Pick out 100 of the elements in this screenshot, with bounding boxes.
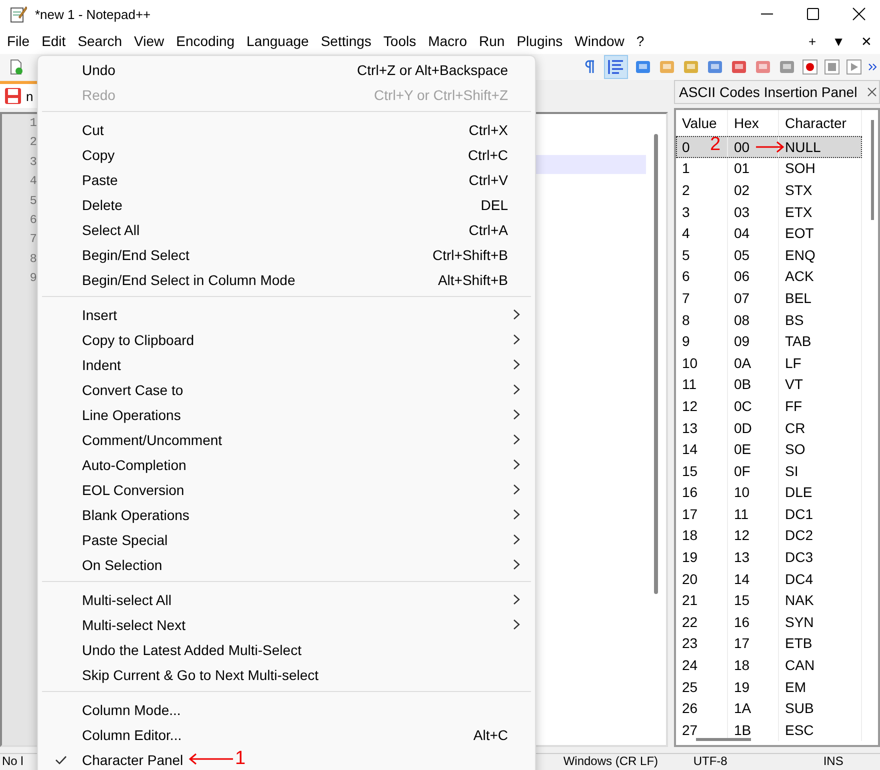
menu-item[interactable]: Macro xyxy=(424,33,476,49)
menu-item[interactable]: Copy Ctrl+C xyxy=(38,142,535,167)
toolbar-icon[interactable] xyxy=(730,58,748,76)
toolbar-icon[interactable] xyxy=(754,58,772,76)
menu-item[interactable]: Delete DEL xyxy=(38,192,535,217)
menu-item[interactable]: View xyxy=(130,33,172,49)
menu-item[interactable]: Paste Special xyxy=(38,527,535,552)
play-icon[interactable] xyxy=(846,59,862,75)
table-cell: 26 xyxy=(676,697,728,720)
more-icon[interactable] xyxy=(868,62,878,72)
table-row[interactable]: 3 03 ETX xyxy=(676,200,862,222)
menu-item[interactable]: Column Editor... Alt+C xyxy=(38,722,535,747)
menu-item[interactable]: Multi-select Next xyxy=(38,612,535,637)
menu-item[interactable]: Settings xyxy=(316,33,380,49)
menu-item[interactable]: ? xyxy=(632,33,652,49)
menu-item[interactable]: Indent xyxy=(38,352,535,377)
table-row[interactable]: 21 15 NAK xyxy=(676,589,862,612)
table-row[interactable]: 1 01 SOH xyxy=(676,158,862,180)
table-row[interactable]: 9 09 TAB xyxy=(676,330,862,352)
window-title: *new 1 - Notepad++ xyxy=(35,6,151,22)
line-number: 7 xyxy=(30,232,38,248)
menu-control[interactable]: ▼ xyxy=(832,34,845,48)
menu-item[interactable]: Edit xyxy=(38,33,74,49)
table-cell: DC4 xyxy=(779,568,862,590)
table-row[interactable]: 6 06 ACK xyxy=(676,266,862,288)
menu-item[interactable]: Cut Ctrl+X xyxy=(38,117,535,142)
close-icon[interactable] xyxy=(852,7,866,21)
menu-item[interactable]: Character Panel 1 xyxy=(38,747,535,770)
toolbar-icon[interactable] xyxy=(682,58,700,76)
toolbar-icon[interactable] xyxy=(658,58,676,76)
menu-item[interactable]: Encoding xyxy=(172,33,243,49)
table-row[interactable]: 14 0E SO xyxy=(676,438,862,460)
table-row[interactable]: 24 18 CAN xyxy=(676,654,862,676)
scrollbar[interactable] xyxy=(654,134,658,594)
toolbar-icon[interactable] xyxy=(778,58,796,76)
table-row[interactable]: 19 13 DC3 xyxy=(676,546,862,568)
table-row[interactable]: 2 02 STX xyxy=(676,179,862,201)
table-row[interactable]: 26 1A SUB xyxy=(676,697,862,720)
menu-item[interactable]: Window xyxy=(570,33,632,49)
table-row[interactable]: 0 2 00 NULL xyxy=(676,136,862,158)
scrollbar[interactable] xyxy=(696,738,751,741)
toolbar-icon[interactable] xyxy=(706,58,724,76)
table-cell: ESC xyxy=(779,719,862,741)
menu-item[interactable]: EOL Conversion xyxy=(38,477,535,502)
scrollbar[interactable] xyxy=(871,120,874,220)
menu-item[interactable]: Undo the Latest Added Multi-Select xyxy=(38,637,535,662)
table-cell: 12 xyxy=(676,395,728,417)
table-row[interactable]: 8 08 BS xyxy=(676,308,862,330)
menu-item[interactable]: Convert Case to xyxy=(38,377,535,402)
menu-item[interactable]: Copy to Clipboard xyxy=(38,327,535,352)
menu-item[interactable]: File xyxy=(3,33,38,49)
menu-item[interactable]: Comment/Uncomment xyxy=(38,427,535,452)
maximize-icon[interactable] xyxy=(806,7,820,21)
table-row[interactable]: 15 0F SI xyxy=(676,460,862,482)
table-row[interactable]: 10 0A LF xyxy=(676,352,862,374)
menu-item[interactable]: Auto-Completion xyxy=(38,452,535,477)
menu-item[interactable]: Tools xyxy=(379,33,424,49)
menu-item[interactable]: Language xyxy=(242,33,317,49)
table-cell: ACK xyxy=(779,266,862,288)
table-row[interactable]: 12 0C FF xyxy=(676,395,862,417)
table-row[interactable]: 5 05 ENQ xyxy=(676,244,862,266)
record-icon[interactable] xyxy=(802,59,818,75)
menu-item[interactable]: Skip Current & Go to Next Multi-select xyxy=(38,662,535,687)
table-cell: 22 xyxy=(676,611,728,633)
table-row[interactable]: 11 0B VT xyxy=(676,374,862,396)
stop-icon[interactable] xyxy=(824,59,840,75)
table-cell: 08 xyxy=(728,308,779,330)
menu-control[interactable]: ✕ xyxy=(861,34,872,48)
toolbar-icon[interactable] xyxy=(634,58,652,76)
menu-item[interactable]: Multi-select All xyxy=(38,587,535,612)
menu-item[interactable]: Line Operations xyxy=(38,402,535,427)
menu-item[interactable]: Column Mode... xyxy=(38,697,535,722)
menu-item[interactable]: On Selection xyxy=(38,552,535,577)
menu-item[interactable]: Run xyxy=(475,33,513,49)
menu-item[interactable]: Plugins xyxy=(512,33,571,49)
table-cell: 0D xyxy=(728,416,779,438)
menu-item[interactable]: Select All Ctrl+A xyxy=(38,217,535,242)
indent-guide-icon[interactable] xyxy=(604,55,628,79)
table-cell: 16 xyxy=(676,482,728,504)
table-row[interactable]: 17 11 DC1 xyxy=(676,503,862,525)
table-row[interactable]: 16 10 DLE xyxy=(676,482,862,504)
menu-item[interactable]: Insert xyxy=(38,302,535,327)
table-row[interactable]: 13 0D CR xyxy=(676,416,862,438)
table-row[interactable]: 4 04 EOT xyxy=(676,222,862,244)
table-cell: 05 xyxy=(728,244,779,266)
menu-item[interactable]: Blank Operations xyxy=(38,502,535,527)
menu-item[interactable]: Search xyxy=(74,33,130,49)
table-row[interactable]: 7 07 BEL xyxy=(676,287,862,309)
table-row[interactable]: 18 12 DC2 xyxy=(676,524,862,546)
menu-control[interactable]: + xyxy=(808,34,816,48)
close-icon[interactable] xyxy=(867,87,877,97)
menu-item[interactable]: Paste Ctrl+V xyxy=(38,167,535,192)
table-row[interactable]: 22 16 SYN xyxy=(676,611,862,633)
table-row[interactable]: 20 14 DC4 xyxy=(676,568,862,590)
menu-item[interactable]: Begin/End Select Ctrl+Shift+B xyxy=(38,242,535,267)
new-file-icon[interactable] xyxy=(8,59,24,75)
table-cell: 5 xyxy=(676,244,728,266)
table-row[interactable]: 25 19 EM xyxy=(676,676,862,698)
table-row[interactable]: 23 17 ETB xyxy=(676,632,862,654)
menu-item[interactable]: Begin/End Select in Column Mode Alt+Shift+B xyxy=(38,267,535,292)
